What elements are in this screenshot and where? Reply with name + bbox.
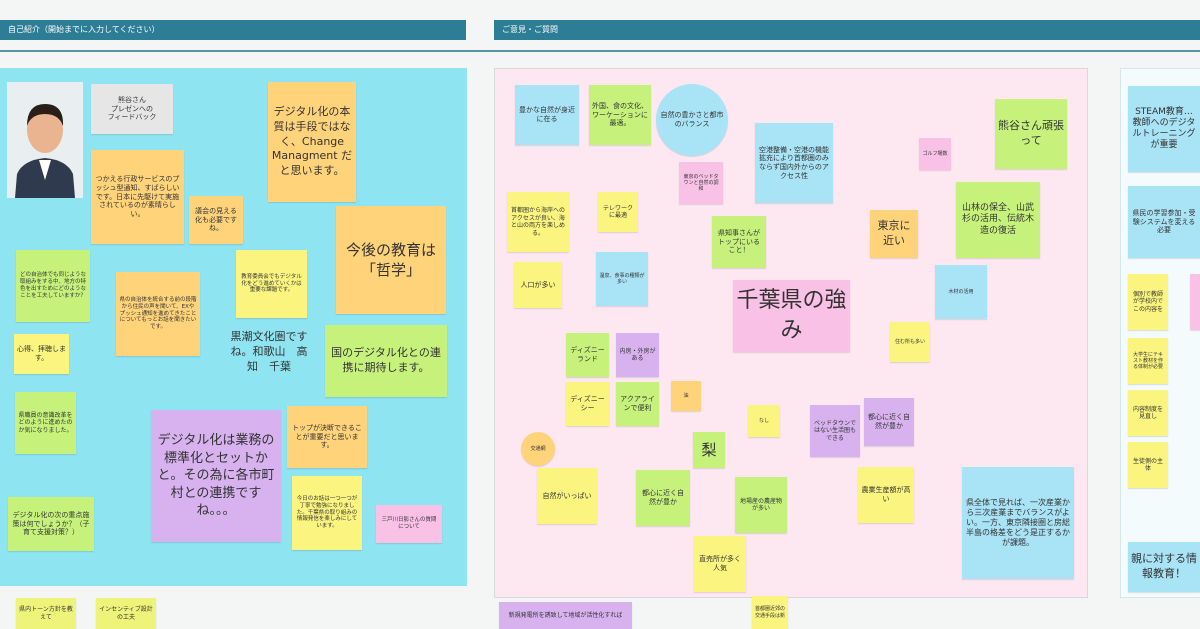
sticky-note[interactable]: 外国、食の文化、ワーケーションに最適。 [589, 85, 651, 145]
sticky-note[interactable]: 生徒側の主体 [1128, 442, 1168, 488]
section-header-self-intro: 自己紹介（開始までに入力してください） [0, 20, 466, 40]
sticky-note[interactable]: 住む所も多い [890, 322, 930, 362]
section-header-opinions: ご意見・ご質問 [494, 20, 1200, 40]
sticky-note[interactable]: 県の自治体を統合する前の段階から住民の声を聞いて、EXやプッシュ通知を進めてきた… [116, 272, 200, 356]
sticky-note[interactable]: 東京に近い [870, 210, 918, 258]
sticky-note[interactable]: 梨 [693, 432, 725, 468]
sticky-note[interactable]: 三戸川日影さんの質問について [376, 505, 442, 543]
sticky-note[interactable]: 直売所が多く人気 [694, 536, 746, 592]
header-divider [0, 50, 1200, 52]
sticky-note[interactable]: 国のデジタル化との連携に期待します。 [325, 325, 447, 397]
sticky-note[interactable]: 東京のベッドタウンと自然の調和 [679, 162, 723, 204]
sticky-note[interactable]: 農業生産額が高い [858, 467, 914, 523]
sticky-note[interactable]: 熊谷さん プレゼンへの フィードバック [91, 84, 173, 134]
sticky-note[interactable]: トップが決断できることが重要だと思います。 [287, 406, 367, 468]
sticky-note[interactable] [1190, 274, 1200, 330]
sticky-note[interactable]: 内房・外房がある [616, 333, 659, 377]
sticky-note[interactable]: 今日のお話は一つ一つが丁寧で勉強になりました。千葉県の取り組みの情報発信を楽しみ… [292, 476, 362, 550]
sticky-note[interactable]: ゴルフ場数 [919, 138, 951, 170]
sticky-note[interactable]: ディズニーランド [566, 333, 609, 377]
sticky-note[interactable]: 県全体で見れば、一次産業から三次産業までバランスがよい。一方、東京隣接圏と房総半… [962, 467, 1074, 579]
sticky-note[interactable]: なし [748, 405, 780, 437]
sticky-note[interactable]: 今後の教育は「哲学」 [336, 206, 446, 314]
sticky-note[interactable]: 心得、拝聴します。 [14, 334, 69, 374]
sticky-note[interactable]: デジタル化は業務の標準化とセットかと。その為に各市町村との連携ですね。。。 [151, 410, 281, 542]
sticky-note[interactable]: 首都圏近郊の交通手段は新 [752, 596, 788, 629]
sticky-note[interactable]: 交通網 [521, 432, 555, 466]
sticky-note[interactable]: 議会の見える化も必要ですね。 [189, 196, 243, 244]
sticky-note[interactable]: 油 [671, 381, 701, 411]
sticky-note[interactable]: 県知事さんがトップにいること！ [712, 216, 766, 268]
sticky-note[interactable]: 親に対する情報教育！ [1128, 542, 1200, 592]
sticky-note[interactable]: インセンティブ設計の工夫 [96, 598, 156, 629]
sticky-note[interactable]: ディズニーシー [566, 382, 609, 426]
sticky-note[interactable]: 自然がいっぱい [537, 468, 597, 524]
sticky-note[interactable]: 自然の豊かさと都市のバランス [656, 84, 728, 156]
sticky-note[interactable]: どの自治体でも同じような取組みをする中、地方の特色を出すためにどのようなことを工… [16, 250, 90, 322]
sticky-note[interactable]: デジタル化の本質は手段ではなく、Change Managment だと思います。 [268, 82, 356, 202]
sticky-note[interactable]: STEAM教育…教師へのデジタルトレーニングが重要 [1128, 86, 1200, 172]
sticky-note[interactable]: 県職員の意識改革をどのように進めたのか気になりました。 [15, 392, 76, 454]
sticky-note[interactable]: 山林の保全、山武杉の活用、伝統木造の復活 [956, 182, 1040, 258]
sticky-note[interactable]: 豊かな自然が身近に在る [515, 85, 579, 145]
sticky-note[interactable]: 空港整備・空港の機能拡充により首都圏のみならず国内外からのアクセス性 [755, 123, 833, 203]
sticky-note[interactable]: 温泉、食事の種類が多い [596, 252, 648, 306]
sticky-note[interactable]: 新規発電所を誘致して地域が活性化すれば [499, 602, 632, 629]
sticky-note[interactable]: テレワークに最適 [598, 192, 638, 232]
sticky-note[interactable]: 個別で教師が学校内でこの内容を [1128, 274, 1168, 330]
sticky-note[interactable]: 教育委員会でもデジタル化をどう進めていくかは重要な課題です。 [236, 250, 307, 318]
sticky-note[interactable]: つかえる行政サービスのプッシュ型通知、すばらしいです。日本に先駆けて実施されてい… [91, 150, 184, 244]
sticky-note[interactable]: アクアラインで便利 [616, 382, 659, 426]
sticky-note[interactable]: 地場産の農産物が多い [735, 477, 787, 533]
sticky-note[interactable]: ベッドタウンではない生活圏もできる [810, 405, 860, 457]
sticky-note[interactable]: 人口が多い [514, 262, 562, 308]
sticky-note[interactable]: 大学生にテキスト教材を作る体制が必要 [1128, 338, 1168, 384]
sticky-note[interactable]: 首都圏から海岸へのアクセスが良い、海と山の両方を楽しめる。 [507, 192, 569, 252]
person-avatar-icon [7, 82, 83, 198]
sticky-note[interactable]: 熊谷さん頑張って [995, 99, 1067, 169]
presenter-photo [7, 82, 83, 198]
sticky-note[interactable]: デジタル化の次の重点施策は何でしょうか？（子育て支援対策？） [8, 497, 94, 551]
sticky-note[interactable]: 県民の学習参加・受験システムを変える必要 [1128, 186, 1200, 258]
text-label[interactable]: 黒潮文化圏ですね。和歌山 高知 千葉 [228, 330, 310, 375]
sticky-note[interactable]: 内容制度を見直し [1128, 390, 1168, 436]
sticky-note[interactable]: 都心に近く自然が豊か [636, 470, 690, 526]
sticky-note[interactable]: 都心に近く自然が豊か [864, 398, 914, 446]
sticky-note[interactable]: 木材の活用 [935, 265, 987, 319]
sticky-note[interactable]: 県内トーン方針を教えて [16, 598, 76, 629]
sticky-note-center[interactable]: 千葉県の強み [733, 280, 850, 352]
